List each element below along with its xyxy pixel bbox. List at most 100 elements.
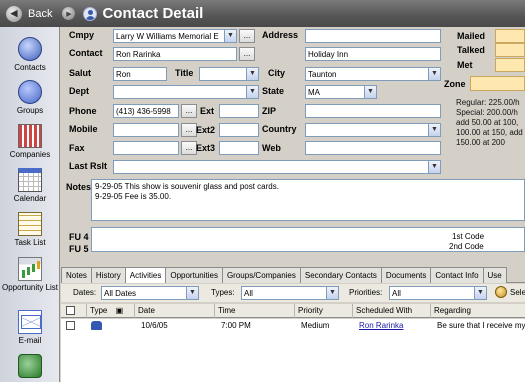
zone-field[interactable] (470, 76, 525, 91)
chevron-down-icon[interactable]: ▼ (326, 287, 338, 299)
row-checkbox[interactable] (66, 321, 75, 330)
chevron-down-icon[interactable]: ▼ (224, 30, 236, 42)
tab-notes[interactable]: Notes (61, 267, 92, 283)
chevron-down-icon[interactable]: ▼ (428, 124, 440, 136)
fax-lookup-button[interactable]: ... (181, 141, 197, 155)
column-time[interactable]: Time (215, 304, 295, 318)
row-scheduled-with-link[interactable]: Ron Rarinka (356, 319, 431, 332)
recurring-icon: ▣ (115, 306, 124, 315)
zip-field[interactable] (305, 104, 441, 118)
phone-field[interactable]: (413) 436-5998 (113, 104, 179, 118)
country-select[interactable]: ▼ (305, 123, 441, 137)
ext2-field[interactable] (219, 123, 259, 137)
mailed-field[interactable] (495, 29, 525, 43)
web-icon (18, 354, 42, 378)
web-field[interactable] (305, 141, 441, 155)
tab-documents[interactable]: Documents (380, 267, 432, 283)
contact-lookup-button[interactable]: ... (239, 47, 255, 61)
company-lookup-button[interactable]: ... (239, 29, 255, 43)
notes-line: 9-29-05 This show is souvenir glass and … (95, 182, 279, 191)
select-all-column[interactable] (61, 304, 87, 318)
rate-info-line: add 50.00 at 100, (456, 118, 519, 127)
fax-field[interactable] (113, 141, 179, 155)
talked-field[interactable] (495, 43, 525, 57)
nav-groups[interactable]: Groups (0, 80, 60, 115)
contact-field[interactable]: Ron Rarinka (113, 47, 237, 61)
tab-opportunities[interactable]: Opportunities (165, 267, 223, 283)
fax-label: Fax (69, 143, 85, 153)
ext3-field[interactable] (219, 141, 259, 155)
contact-person-icon (83, 6, 98, 21)
forward-arrow-icon[interactable]: ▶ (62, 7, 76, 20)
chevron-down-icon[interactable]: ▼ (428, 68, 440, 80)
ext-field[interactable] (219, 104, 259, 118)
email-icon (18, 310, 42, 334)
nav-web[interactable] (0, 354, 60, 380)
met-field[interactable] (495, 58, 525, 72)
nav-opportunity-list[interactable]: Opportunity List (0, 257, 60, 293)
notes-textarea[interactable]: 9-29-05 This show is souvenir glass and … (91, 179, 525, 221)
table-row[interactable]: 10/6/05 7:00 PM Medium Ron Rarinka Be su… (61, 319, 525, 332)
state-select[interactable]: MA ▼ (305, 85, 377, 99)
tab-contact-info[interactable]: Contact Info (430, 267, 484, 283)
mobile-field[interactable] (113, 123, 179, 137)
chevron-down-icon[interactable]: ▼ (364, 86, 376, 98)
chevron-down-icon[interactable]: ▼ (246, 68, 258, 80)
fu5-label: FU 5 (69, 244, 89, 254)
salut-field[interactable]: Ron (113, 67, 167, 81)
tab-history[interactable]: History (90, 267, 126, 283)
column-priority[interactable]: Priority (295, 304, 353, 318)
chevron-down-icon[interactable]: ▼ (474, 287, 486, 299)
dept-label: Dept (69, 86, 89, 96)
column-date[interactable]: Date (135, 304, 215, 318)
fu4-label: FU 4 (69, 232, 89, 242)
tab-groups-companies[interactable]: Groups/Companies (221, 267, 301, 283)
salut-value: Ron (116, 70, 131, 79)
nav-groups-label: Groups (16, 106, 44, 115)
last-result-select[interactable]: ▼ (113, 160, 441, 174)
tab-activities[interactable]: Activities (124, 267, 167, 283)
priorities-select[interactable]: All ▼ (389, 286, 487, 300)
nav-email[interactable]: E-mail (0, 310, 60, 345)
title-label: Title (175, 68, 194, 78)
phone-lookup-button[interactable]: ... (181, 104, 197, 118)
contact-label: Contact (69, 48, 103, 58)
rate-info-line: 100.00 at 150, add (456, 128, 523, 137)
checkbox-icon[interactable] (66, 306, 75, 315)
back-button[interactable]: Back (28, 8, 52, 20)
dates-select[interactable]: All Dates ▼ (101, 286, 199, 300)
city-select[interactable]: Taunton ▼ (305, 67, 441, 81)
chevron-down-icon[interactable]: ▼ (246, 86, 258, 98)
contacts-icon (18, 37, 42, 61)
title-select[interactable]: ▼ (199, 67, 259, 81)
chevron-down-icon[interactable]: ▼ (186, 287, 198, 299)
dept-select[interactable]: ▼ (113, 85, 259, 99)
nav-task-list[interactable]: Task List (0, 212, 60, 247)
tab-user[interactable]: Use (482, 267, 507, 283)
chevron-down-icon[interactable]: ▼ (428, 161, 440, 173)
row-regarding: Be sure that I receive my (437, 321, 525, 330)
contact-value: Ron Rarinka (116, 50, 161, 59)
types-label: Types: (211, 288, 235, 297)
select-users-button[interactable]: Sele (510, 288, 525, 297)
mobile-lookup-button[interactable]: ... (181, 123, 197, 137)
phone-call-icon (91, 321, 102, 330)
types-value: All (244, 289, 253, 298)
nav-companies[interactable]: Companies (0, 124, 60, 159)
types-select[interactable]: All ▼ (241, 286, 339, 300)
company-select[interactable]: Larry W Williams Memorial E ▼ (113, 29, 237, 43)
mobile-label: Mobile (69, 124, 98, 134)
nav-contacts[interactable]: Contacts (0, 37, 60, 72)
column-scheduled-with[interactable]: Scheduled With (353, 304, 431, 318)
column-type[interactable]: Type ▣ (87, 304, 135, 318)
select-users-icon[interactable] (495, 286, 507, 298)
column-regarding[interactable]: Regarding (431, 304, 525, 318)
nav-calendar[interactable]: Calendar (0, 168, 60, 203)
tasklist-icon (18, 212, 42, 236)
back-arrow-icon[interactable]: ◀ (6, 5, 22, 22)
address-line1-field[interactable] (305, 29, 441, 43)
address-line2-value: Holiday Inn (308, 50, 349, 59)
tab-secondary-contacts[interactable]: Secondary Contacts (299, 267, 382, 283)
phone-value: (413) 436-5998 (116, 107, 171, 116)
address-line2-field[interactable]: Holiday Inn (305, 47, 441, 61)
